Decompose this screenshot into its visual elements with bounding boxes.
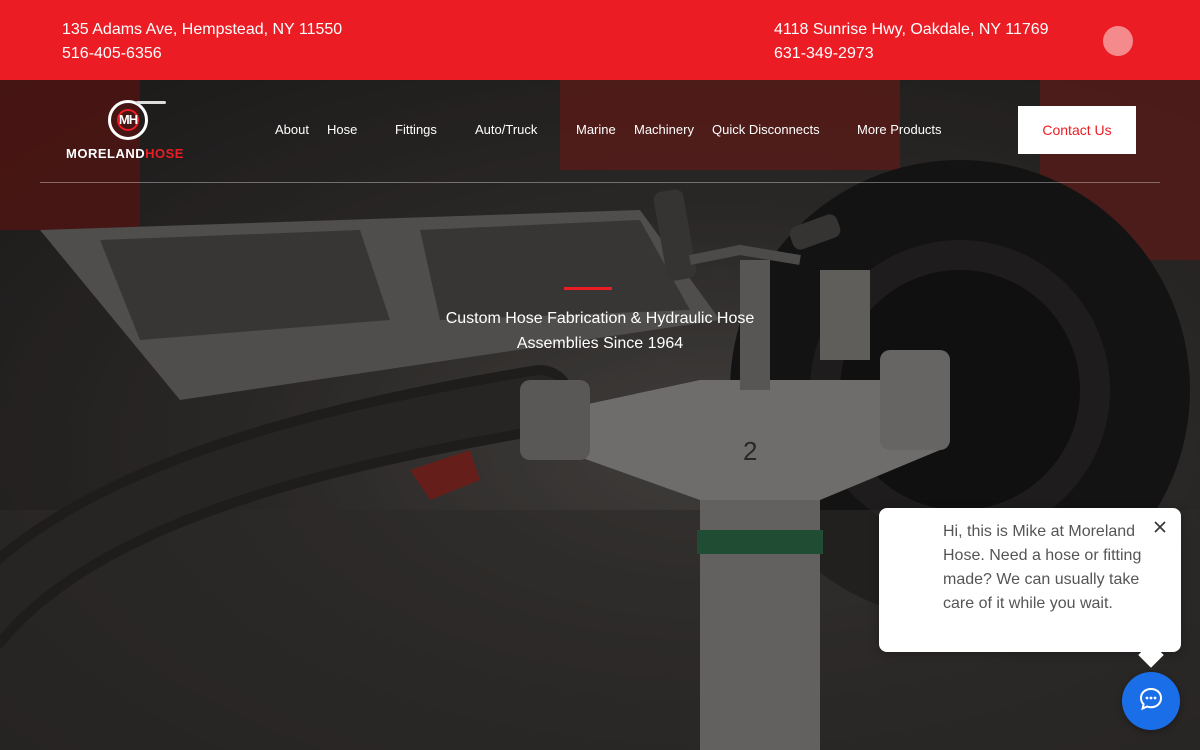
top-bar-circle-button[interactable] [1103,26,1133,56]
accent-line [564,287,612,290]
nav-machinery[interactable]: Machinery [634,122,694,137]
nav-divider [40,182,1160,183]
location-hempstead: 135 Adams Ave, Hempstead, NY 11550 516-4… [62,18,342,66]
chat-greeting-bubble[interactable]: Hi, this is Mike at Moreland Hose. Need … [879,508,1181,652]
nav-more-products[interactable]: More Products [857,122,942,137]
logo-wordmark: MORELANDHOSE [66,146,184,161]
nav-quick-disconnects[interactable]: Quick Disconnects [712,122,820,137]
nav-about[interactable]: About [275,122,309,137]
chat-icon [1138,686,1164,717]
nav-auto-truck[interactable]: Auto/Truck [475,122,537,137]
hero-tagline: Custom Hose Fabrication & Hydraulic Hose… [420,306,780,356]
nav-hose[interactable]: Hose [327,122,357,137]
nav-fittings[interactable]: Fittings [395,122,437,137]
address-hempstead[interactable]: 135 Adams Ave, Hempstead, NY 11550 [62,18,342,42]
nav-marine[interactable]: Marine [576,122,616,137]
logo-mark-icon: MH [108,100,148,140]
chat-launcher-button[interactable] [1122,672,1180,730]
address-oakdale[interactable]: 4118 Sunrise Hwy, Oakdale, NY 11769 [774,18,1049,42]
close-icon[interactable] [1151,520,1169,538]
top-contact-bar: 135 Adams Ave, Hempstead, NY 11550 516-4… [0,0,1200,80]
phone-oakdale[interactable]: 631-349-2973 [774,42,1049,66]
moreland-hose-logo[interactable]: MH MORELANDHOSE [64,100,194,164]
location-oakdale: 4118 Sunrise Hwy, Oakdale, NY 11769 631-… [774,18,1049,66]
phone-hempstead[interactable]: 516-405-6356 [62,42,342,66]
tagline-line-2: Assemblies Since 1964 [516,335,684,352]
contact-us-button[interactable]: Contact Us [1018,106,1136,154]
chat-message: Hi, this is Mike at Moreland Hose. Need … [943,523,1142,612]
tagline-line-1: Custom Hose Fabrication & Hydraulic Hose [445,310,755,327]
